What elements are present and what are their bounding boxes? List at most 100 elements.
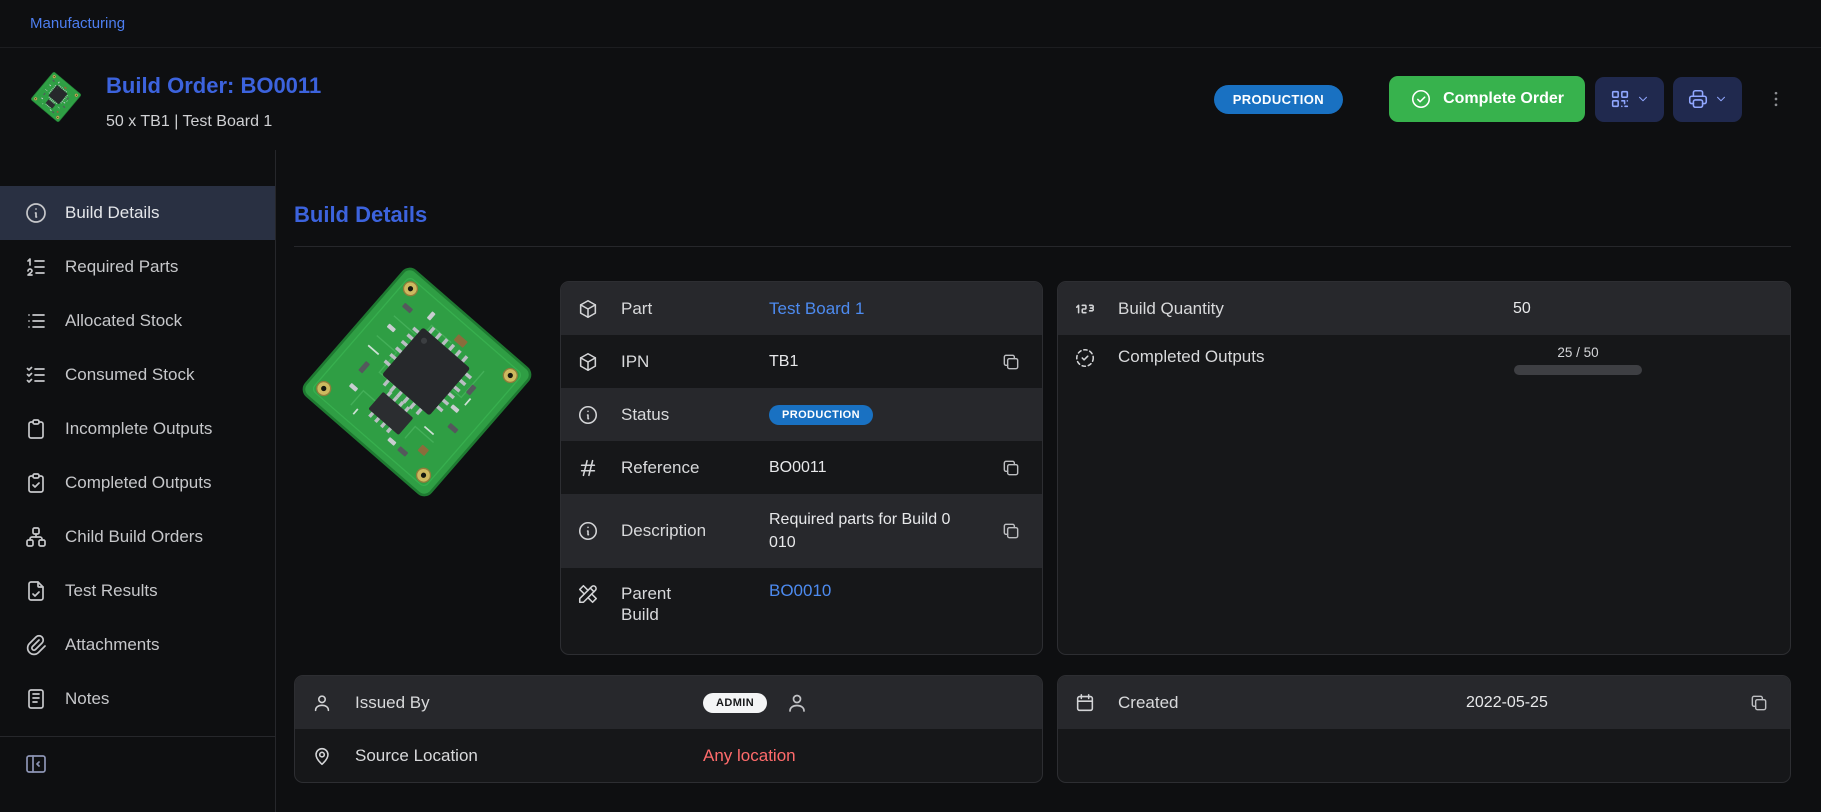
page-subtitle: 50 x TB1 | Test Board 1 — [106, 113, 321, 131]
parent-build-label: Parent Build — [621, 583, 769, 626]
detail-row-build-quantity: Build Quantity 50 — [1058, 282, 1790, 335]
sitemap-icon — [24, 525, 48, 549]
detail-row-completed-outputs: Completed Outputs 25 / 50 — [1058, 335, 1790, 391]
title-block: Build Order: BO0011 50 x TB1 | Test Boar… — [106, 67, 321, 131]
list-icon — [24, 309, 48, 333]
content: Build Details Required Parts Allocated S… — [0, 150, 1821, 812]
detail-row-part: Part Test Board 1 — [561, 282, 1042, 335]
detail-row-created: Created 2022-05-25 — [1058, 676, 1790, 729]
issued-card: Issued By ADMIN Source Location Any loca… — [294, 675, 1043, 783]
dots-vertical-icon — [1766, 89, 1786, 109]
parent-build-link[interactable]: BO0010 — [769, 581, 831, 601]
copy-description-button[interactable] — [996, 516, 1026, 546]
user-icon — [311, 692, 337, 714]
issued-by-label: Issued By — [355, 693, 703, 713]
copy-created-button[interactable] — [1744, 688, 1774, 718]
created-card: Created 2022-05-25 — [1057, 675, 1791, 783]
print-actions-button[interactable] — [1673, 77, 1742, 122]
barcode-actions-button[interactable] — [1595, 77, 1664, 122]
source-location-label: Source Location — [355, 746, 703, 766]
status-label: Status — [621, 404, 769, 425]
list-check-icon — [24, 363, 48, 387]
more-actions-button[interactable] — [1761, 79, 1791, 119]
copy-icon — [1001, 521, 1021, 541]
main-panel: Build Details Part Test Board 1 — [276, 150, 1821, 812]
sidebar-item-child-build-orders[interactable]: Child Build Orders — [0, 510, 275, 564]
pcb-image — [294, 259, 539, 504]
hash-icon — [577, 457, 603, 479]
build-quantity-card: Build Quantity 50 Completed Outputs 25 /… — [1057, 281, 1791, 655]
issued-by-badge: ADMIN — [703, 693, 767, 713]
progress-text: 25 / 50 — [1557, 345, 1598, 360]
circle-check-icon — [1410, 88, 1432, 110]
detail-row-description: Description Required parts for Build 001… — [561, 494, 1042, 568]
page-header: Build Order: BO0011 50 x TB1 | Test Boar… — [0, 48, 1821, 150]
chevron-down-icon — [1714, 92, 1728, 106]
description-value: Required parts for Build 0010 — [769, 508, 951, 554]
sidebar-item-label: Build Details — [65, 203, 160, 223]
package-icon — [577, 298, 603, 320]
detail-row-issued-by: Issued By ADMIN — [295, 676, 1042, 729]
build-thumbnail[interactable] — [28, 69, 84, 125]
sidebar-item-completed-outputs[interactable]: Completed Outputs — [0, 456, 275, 510]
map-pin-icon — [311, 745, 337, 767]
reference-value: BO0011 — [769, 459, 827, 477]
sidebar: Build Details Required Parts Allocated S… — [0, 150, 276, 812]
build-quantity-label: Build Quantity — [1118, 299, 1513, 319]
copy-icon — [1749, 693, 1769, 713]
sidebar-item-label: Completed Outputs — [65, 473, 211, 493]
sidebar-item-notes[interactable]: Notes — [0, 672, 275, 726]
sidebar-item-incomplete-outputs[interactable]: Incomplete Outputs — [0, 402, 275, 456]
sidebar-item-allocated-stock[interactable]: Allocated Stock — [0, 294, 275, 348]
sidebar-collapse-button[interactable] — [24, 750, 52, 778]
source-location-value: Any location — [703, 746, 796, 766]
created-value: 2022-05-25 — [1466, 694, 1548, 712]
file-check-icon — [24, 579, 48, 603]
chevron-down-icon — [1636, 92, 1650, 106]
sidebar-item-consumed-stock[interactable]: Consumed Stock — [0, 348, 275, 402]
package-icon — [577, 351, 603, 373]
sidebar-item-label: Child Build Orders — [65, 527, 203, 547]
detail-row-status: Status PRODUCTION — [561, 388, 1042, 441]
build-details-card: Part Test Board 1 IPN TB1 — [560, 281, 1043, 655]
section-title: Build Details — [294, 202, 1791, 228]
details-grid: Part Test Board 1 IPN TB1 — [294, 281, 1791, 783]
qrcode-icon — [1609, 88, 1631, 110]
complete-order-label: Complete Order — [1443, 90, 1564, 108]
sidebar-item-label: Attachments — [65, 635, 160, 655]
part-label: Part — [621, 298, 769, 319]
complete-order-button[interactable]: Complete Order — [1389, 76, 1585, 122]
sidebar-item-build-details[interactable]: Build Details — [0, 186, 275, 240]
header-actions: PRODUCTION Complete Order — [1214, 76, 1791, 122]
printer-icon — [1687, 88, 1709, 110]
sidebar-item-label: Consumed Stock — [65, 365, 194, 385]
sidebar-item-test-results[interactable]: Test Results — [0, 564, 275, 618]
info-circle-icon — [24, 201, 48, 225]
progress-check-icon — [1074, 347, 1100, 369]
copy-ipn-button[interactable] — [996, 347, 1026, 377]
sidebar-item-label: Allocated Stock — [65, 311, 182, 331]
sidebar-item-attachments[interactable]: Attachments — [0, 618, 275, 672]
breadcrumb: Manufacturing — [0, 0, 1821, 48]
copy-icon — [1001, 352, 1021, 372]
part-link[interactable]: Test Board 1 — [769, 299, 864, 319]
progress-track — [1514, 365, 1642, 375]
page-title: Build Order: BO0011 — [106, 73, 321, 99]
detail-row-ipn: IPN TB1 — [561, 335, 1042, 388]
sidebar-collapse-icon — [24, 752, 52, 776]
tools-icon — [577, 583, 603, 605]
list-numbers-icon — [24, 255, 48, 279]
description-label: Description — [621, 520, 769, 541]
breadcrumb-manufacturing-link[interactable]: Manufacturing — [30, 15, 125, 32]
part-image[interactable] — [294, 281, 540, 655]
calendar-icon — [1074, 692, 1100, 714]
info-circle-icon — [577, 520, 603, 542]
completed-outputs-label: Completed Outputs — [1118, 347, 1513, 367]
ipn-value: TB1 — [769, 353, 798, 371]
copy-reference-button[interactable] — [996, 453, 1026, 483]
numbers-123-icon — [1074, 298, 1100, 320]
sidebar-item-required-parts[interactable]: Required Parts — [0, 240, 275, 294]
ipn-label: IPN — [621, 351, 769, 372]
info-circle-icon — [577, 404, 603, 426]
sidebar-item-label: Required Parts — [65, 257, 178, 277]
